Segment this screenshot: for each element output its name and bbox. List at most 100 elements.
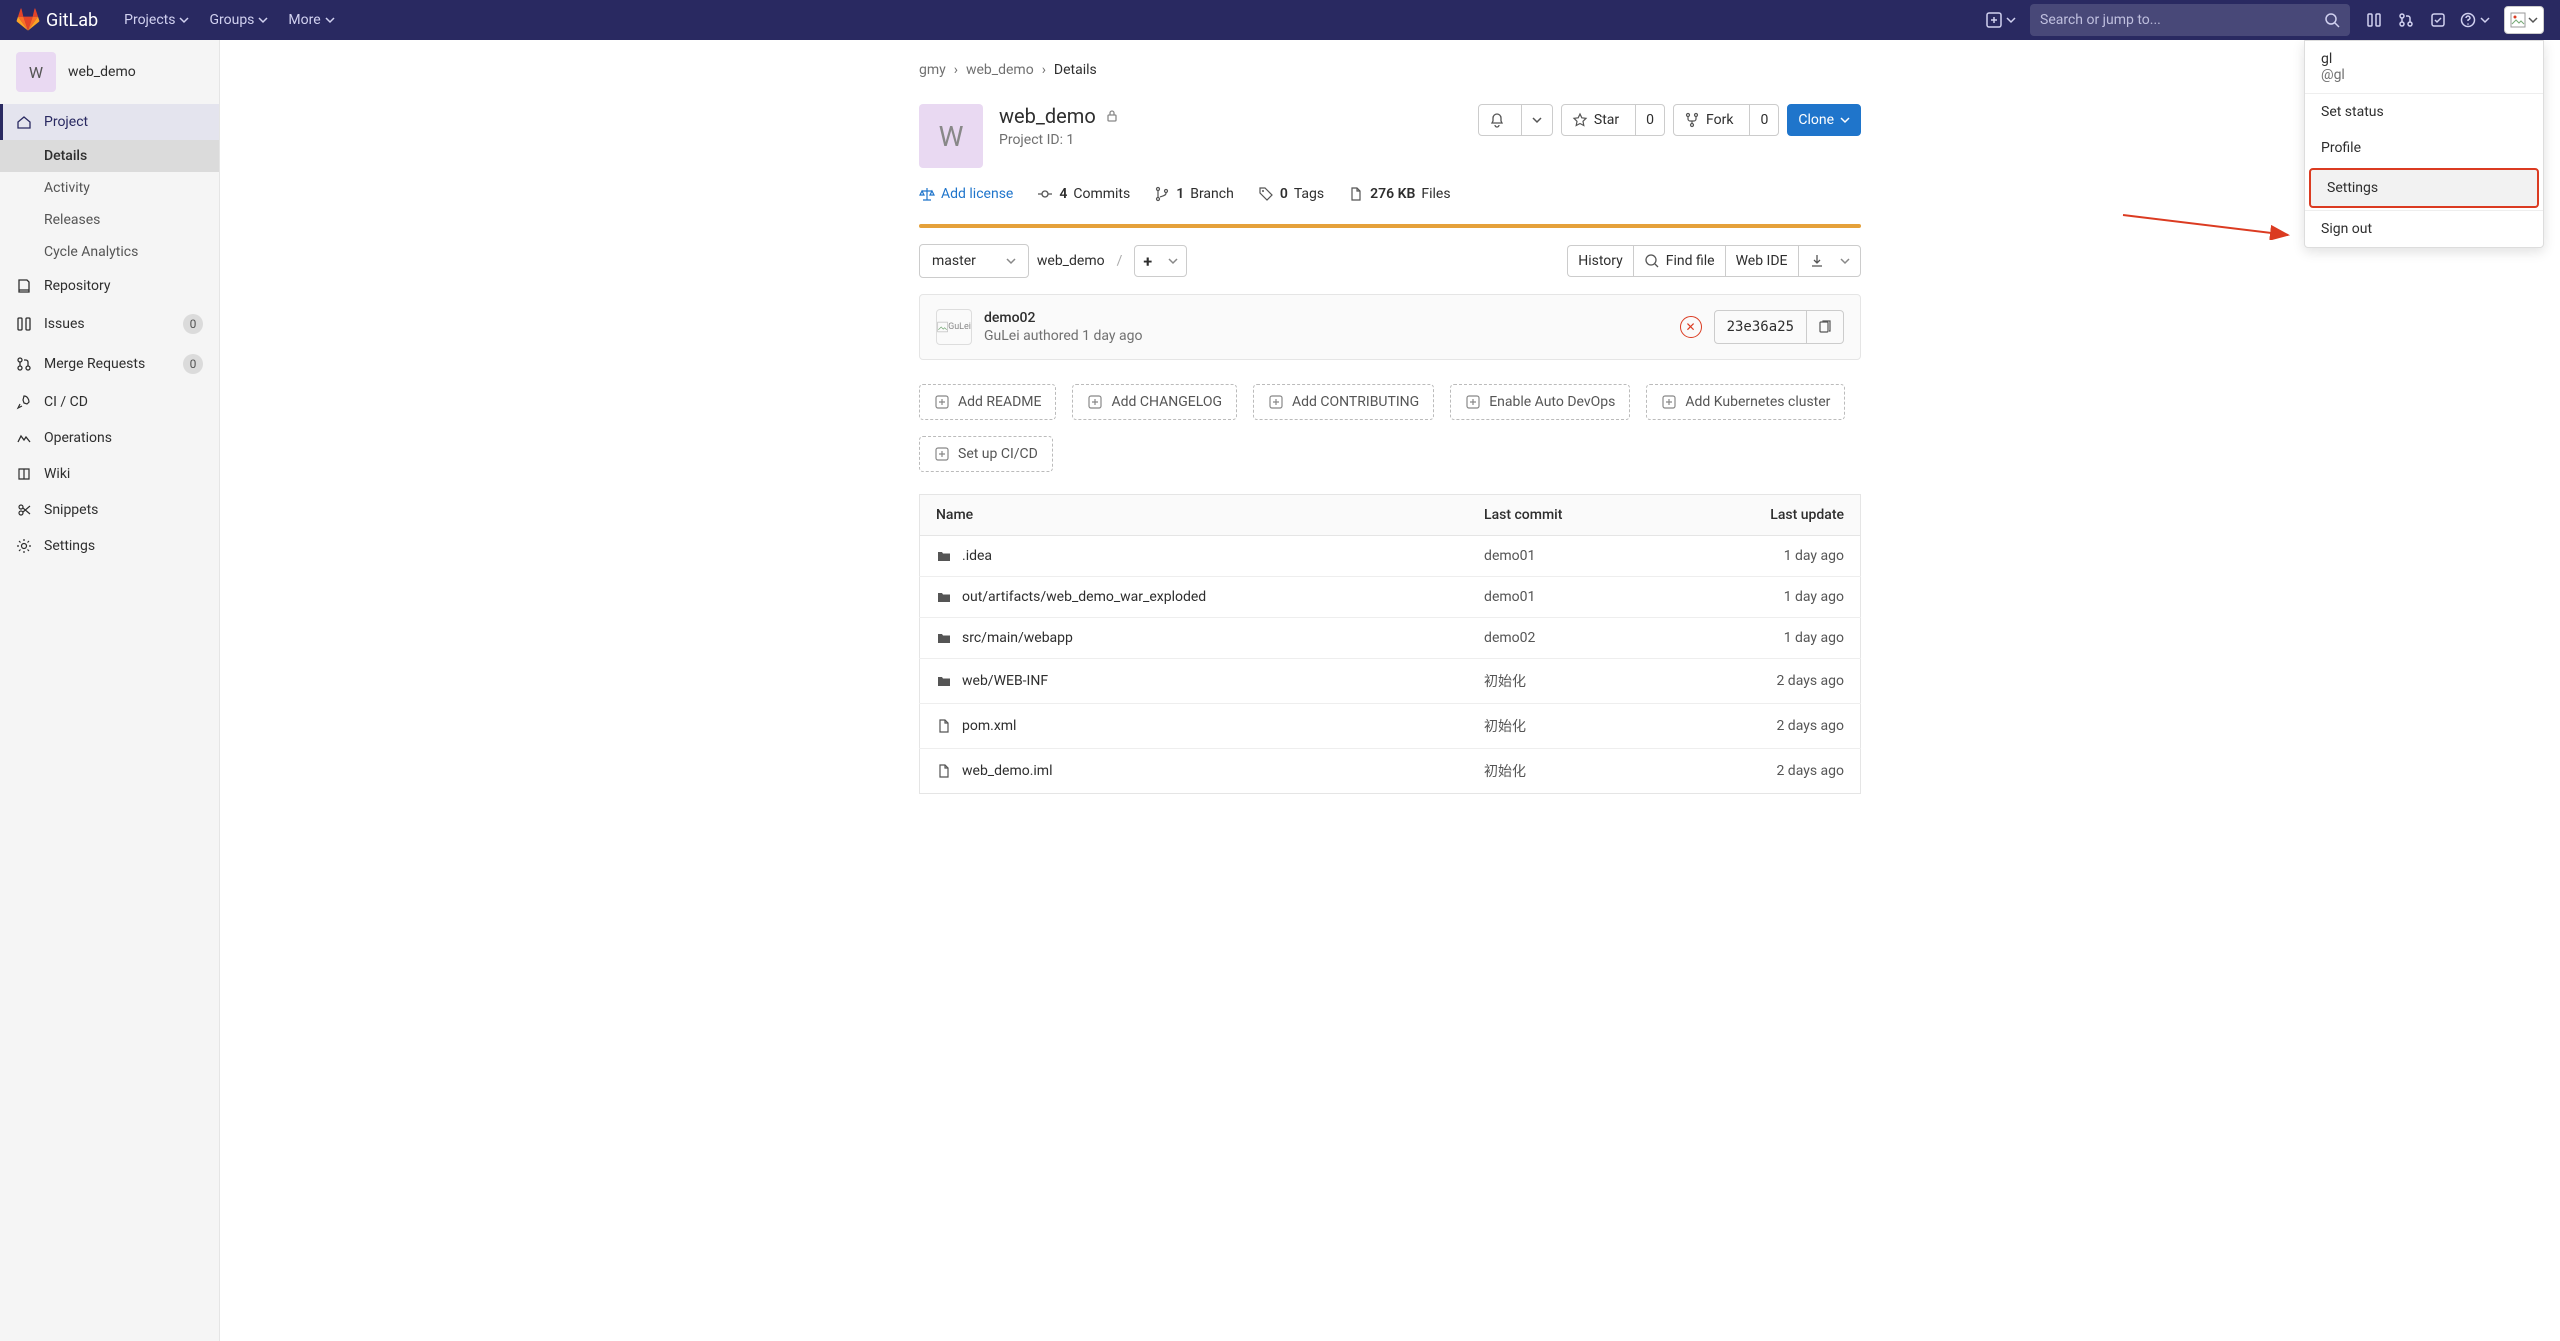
file-row[interactable]: pom.xml初始化2 days ago <box>920 704 1861 749</box>
fork-button[interactable]: Fork 0 <box>1673 104 1779 136</box>
col-update: Last update <box>1668 495 1861 536</box>
user-menu-set-status[interactable]: Set status <box>2305 94 2543 130</box>
help-icon <box>2460 12 2476 28</box>
files-icon <box>1348 186 1364 202</box>
merge-requests-shortcut[interactable] <box>2390 4 2422 36</box>
topnav-groups[interactable]: Groups <box>199 0 278 40</box>
branch-icon <box>1154 186 1170 202</box>
web-ide-button[interactable]: Web IDE <box>1725 245 1798 277</box>
user-name: gl <box>2321 51 2527 67</box>
project-hero: W web_demo Project ID: 1 Star 0 <box>919 104 1861 168</box>
home-icon <box>16 114 32 130</box>
file-row[interactable]: src/main/webappdemo021 day ago <box>920 618 1861 659</box>
history-button[interactable]: History <box>1567 245 1633 277</box>
sidebar-item-snippets[interactable]: Snippets <box>0 492 219 528</box>
sidebar-item-project[interactable]: Project <box>0 104 219 140</box>
branch-select[interactable]: master <box>919 244 1029 278</box>
project-sidebar: W web_demo ProjectDetailsActivityRelease… <box>0 40 220 1341</box>
plus-circle-icon <box>934 394 950 410</box>
plus-menu-button[interactable] <box>1980 4 2022 36</box>
search-input[interactable] <box>2040 12 2324 28</box>
size-stat[interactable]: 276 KBFiles <box>1348 186 1450 202</box>
plus-square-icon <box>1986 12 2002 28</box>
brand-text: GitLab <box>46 10 98 31</box>
sidebar-sub-releases[interactable]: Releases <box>0 204 219 236</box>
topnav-projects[interactable]: Projects <box>114 0 199 40</box>
chevron-down-icon <box>1168 256 1178 266</box>
fork-count: 0 <box>1749 105 1778 135</box>
download-button[interactable] <box>1798 245 1861 277</box>
add-license-link[interactable]: Add license <box>919 186 1013 202</box>
chip-add-contributing[interactable]: Add CONTRIBUTING <box>1253 384 1434 420</box>
sha-text[interactable]: 23e36a25 <box>1715 319 1806 335</box>
star-count: 0 <box>1635 105 1664 135</box>
issues-icon <box>16 316 32 332</box>
repo-icon <box>16 278 32 294</box>
add-file-button[interactable]: + <box>1134 245 1186 277</box>
star-button[interactable]: Star 0 <box>1561 104 1665 136</box>
folder-icon <box>936 630 952 646</box>
clone-button[interactable]: Clone <box>1787 104 1861 136</box>
find-file-button[interactable]: Find file <box>1633 245 1725 277</box>
chevron-down-icon <box>1006 256 1016 266</box>
crumb-group[interactable]: gmy <box>919 62 946 78</box>
crumb-current: Details <box>1054 62 1097 78</box>
ops-icon <box>16 430 32 446</box>
user-menu-sign-out[interactable]: Sign out <box>2305 211 2543 247</box>
chip-add-readme[interactable]: Add README <box>919 384 1056 420</box>
project-avatar: W <box>16 52 56 92</box>
issues-shortcut[interactable] <box>2358 4 2390 36</box>
folder-icon <box>936 673 952 689</box>
file-row[interactable]: .ideademo011 day ago <box>920 536 1861 577</box>
pipeline-failed-icon[interactable]: ✕ <box>1680 316 1702 338</box>
global-search[interactable] <box>2030 4 2350 36</box>
file-row[interactable]: out/artifacts/web_demo_war_explodeddemo0… <box>920 577 1861 618</box>
file-row[interactable]: web/WEB-INF初始化2 days ago <box>920 659 1861 704</box>
copy-sha-button[interactable] <box>1806 311 1843 343</box>
chevron-down-icon <box>1532 115 1542 125</box>
tags-stat[interactable]: 0Tags <box>1258 186 1324 202</box>
path-project[interactable]: web_demo <box>1037 253 1105 269</box>
chip-add-kubernetes-cluster[interactable]: Add Kubernetes cluster <box>1646 384 1845 420</box>
gear-icon <box>16 538 32 554</box>
plus-circle-icon <box>934 446 950 462</box>
chip-enable-auto-devops[interactable]: Enable Auto DevOps <box>1450 384 1630 420</box>
plus-circle-icon <box>1661 394 1677 410</box>
topnav-more[interactable]: More <box>278 0 344 40</box>
commits-stat[interactable]: 4Commits <box>1037 186 1130 202</box>
user-handle: @gl <box>2321 67 2527 83</box>
help-menu[interactable] <box>2454 4 2496 36</box>
crumb-project[interactable]: web_demo <box>966 62 1034 78</box>
sidebar-sub-details[interactable]: Details <box>0 140 219 172</box>
file-tree-table: Name Last commit Last update .ideademo01… <box>919 494 1861 794</box>
branch-stat[interactable]: 1Branch <box>1154 186 1234 202</box>
chip-add-changelog[interactable]: Add CHANGELOG <box>1072 384 1237 420</box>
sidebar-item-ci-cd[interactable]: CI / CD <box>0 384 219 420</box>
sidebar-item-repository[interactable]: Repository <box>0 268 219 304</box>
user-menu-button[interactable] <box>2504 6 2544 34</box>
sidebar-sub-cycle-analytics[interactable]: Cycle Analytics <box>0 236 219 268</box>
book-icon <box>16 466 32 482</box>
issues-icon <box>2366 12 2382 28</box>
todos-shortcut[interactable] <box>2422 4 2454 36</box>
sidebar-item-issues[interactable]: Issues0 <box>0 304 219 344</box>
chevron-down-icon <box>2480 15 2490 25</box>
chip-set-up-ci-cd[interactable]: Set up CI/CD <box>919 436 1053 472</box>
copy-icon <box>1817 319 1833 335</box>
commit-title[interactable]: demo02 <box>984 310 1668 326</box>
user-menu-settings[interactable]: Settings <box>2309 168 2539 208</box>
last-commit-card: GuLei demo02 GuLei authored 1 day ago ✕ … <box>919 294 1861 360</box>
sidebar-project-header[interactable]: W web_demo <box>0 40 219 104</box>
sidebar-item-operations[interactable]: Operations <box>0 420 219 456</box>
user-menu-profile[interactable]: Profile <box>2305 130 2543 166</box>
sidebar-item-merge-requests[interactable]: Merge Requests0 <box>0 344 219 384</box>
file-row[interactable]: web_demo.iml初始化2 days ago <box>920 749 1861 794</box>
scale-icon <box>919 186 935 202</box>
sidebar-item-settings[interactable]: Settings <box>0 528 219 564</box>
sidebar-item-wiki[interactable]: Wiki <box>0 456 219 492</box>
sidebar-sub-activity[interactable]: Activity <box>0 172 219 204</box>
gitlab-logo[interactable]: GitLab <box>16 8 98 32</box>
notifications-button[interactable] <box>1478 104 1553 136</box>
count-badge: 0 <box>183 354 203 374</box>
merge-icon <box>2398 12 2414 28</box>
